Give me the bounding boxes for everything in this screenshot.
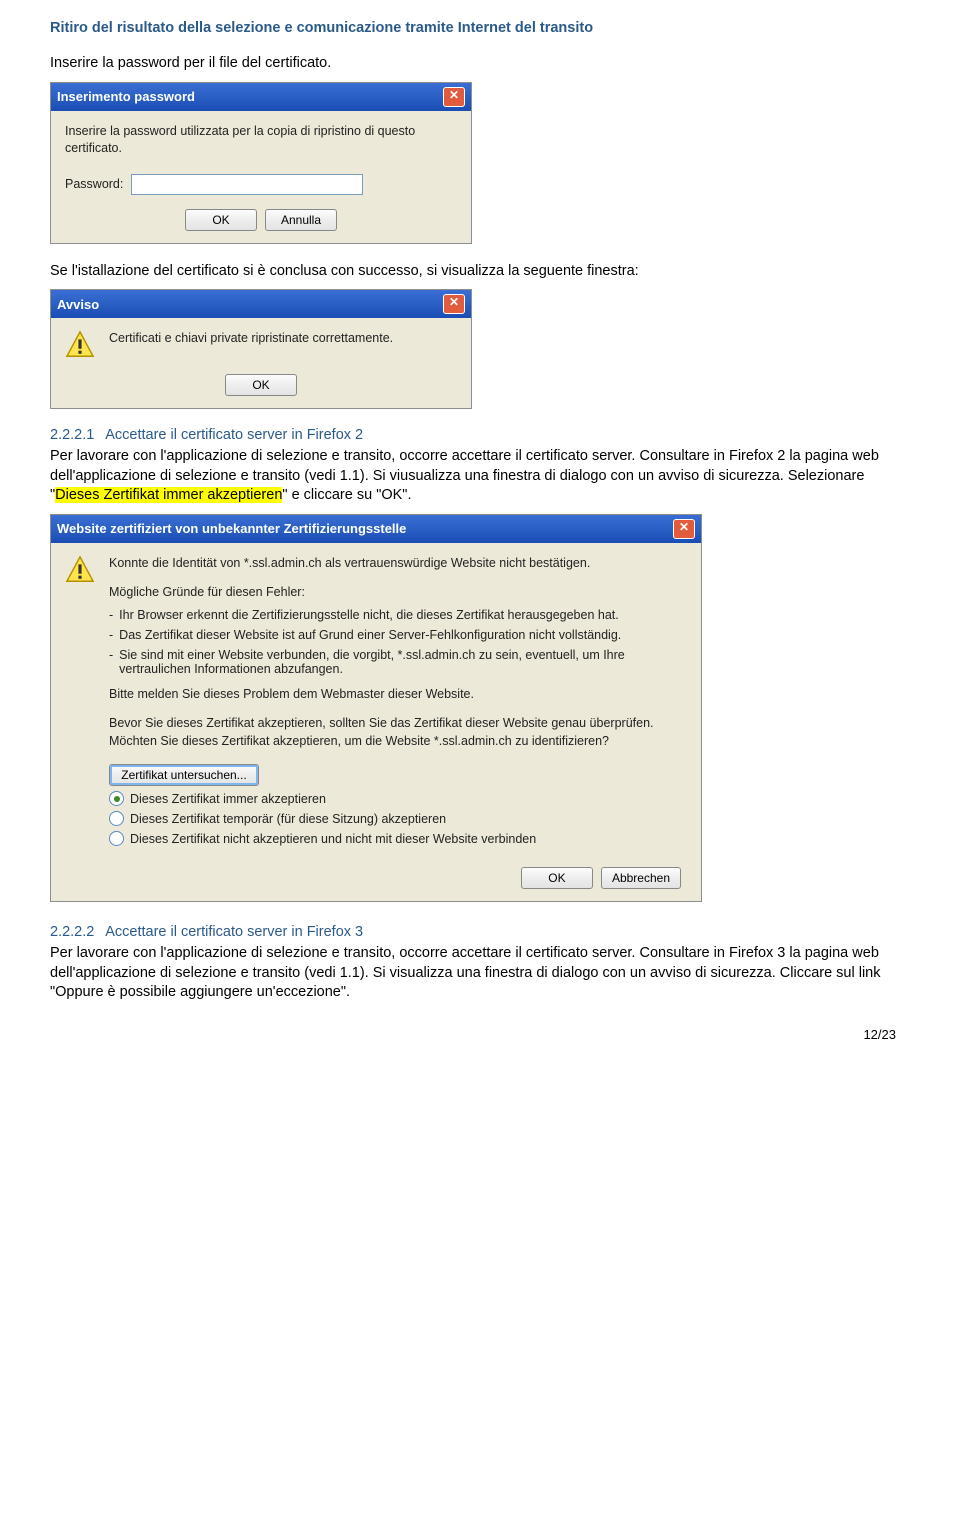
cert-reason-list: -Ihr Browser erkennt die Zertifizierungs… <box>109 608 687 676</box>
section-number: 2.2.2.1 <box>50 427 102 443</box>
cert-message-line4: Bevor Sie dieses Zertifikat akzeptieren,… <box>109 715 687 750</box>
dialog-message: Certificati e chiavi private ripristinat… <box>109 330 393 348</box>
warning-icon <box>65 330 95 360</box>
intro-text-2: Se l'istallazione del certificato si è c… <box>50 262 900 282</box>
radio-label: Dieses Zertifikat immer akzeptieren <box>130 792 326 806</box>
ok-button[interactable]: OK <box>185 209 257 231</box>
dialog-title: Website zertifiziert von unbekannter Zer… <box>57 521 406 536</box>
radio-accept-temp[interactable]: Dieses Zertifikat temporär (für diese Si… <box>109 811 687 826</box>
radio-label: Dieses Zertifikat temporär (für diese Si… <box>130 812 446 826</box>
dialog-message: Inserire la password utilizzata per la c… <box>65 123 457 158</box>
radio-reject[interactable]: Dieses Zertifikat nicht akzeptieren und … <box>109 831 687 846</box>
close-icon[interactable]: ✕ <box>443 294 465 314</box>
intro-text-1: Inserire la password per il file del cer… <box>50 54 900 74</box>
list-item: -Das Zertifikat dieser Website ist auf G… <box>109 628 687 642</box>
alert-dialog: Avviso ✕ Certificati e chiavi private ri… <box>50 289 472 409</box>
section-number: 2.2.2.2 <box>50 924 102 940</box>
section-heading-2222: 2.2.2.2 Accettare il certificato server … <box>50 924 900 940</box>
cert-message-line2: Mögliche Gründe für diesen Fehler: <box>109 584 687 602</box>
cert-message-line1: Konnte die Identität von *.ssl.admin.ch … <box>109 555 687 573</box>
password-label: Password: <box>65 177 123 191</box>
cert-message-line3: Bitte melden Sie dieses Problem dem Webm… <box>109 686 687 704</box>
warning-icon <box>65 555 95 585</box>
section-title-text: Accettare il certificato server in Firef… <box>105 427 363 443</box>
radio-label: Dieses Zertifikat nicht akzeptieren und … <box>130 832 536 846</box>
cancel-button[interactable]: Annulla <box>265 209 337 231</box>
dialog-titlebar: Inserimento password ✕ <box>51 83 471 111</box>
password-input[interactable] <box>131 174 363 195</box>
section-title-text: Accettare il certificato server in Firef… <box>105 924 363 940</box>
dialog-title: Inserimento password <box>57 89 195 104</box>
close-icon[interactable]: ✕ <box>443 87 465 107</box>
highlighted-phrase: Dieses Zertifikat immer akzeptieren <box>55 487 282 503</box>
ok-button[interactable]: OK <box>225 374 297 396</box>
dialog-titlebar: Website zertifiziert von unbekannter Zer… <box>51 515 701 543</box>
list-item: -Sie sind mit einer Website verbunden, d… <box>109 648 687 676</box>
dialog-titlebar: Avviso ✕ <box>51 290 471 318</box>
ok-button[interactable]: OK <box>521 867 593 889</box>
section-heading-2221: 2.2.2.1 Accettare il certificato server … <box>50 427 900 443</box>
section-body-2222: Per lavorare con l'applicazione di selez… <box>50 944 900 1003</box>
cancel-button[interactable]: Abbrechen <box>601 867 681 889</box>
page-header: Ritiro del risultato della selezione e c… <box>50 20 900 36</box>
inspect-cert-button[interactable]: Zertifikat untersuchen... <box>109 764 259 786</box>
dialog-title: Avviso <box>57 297 99 312</box>
cert-warning-dialog: Website zertifiziert von unbekannter Zer… <box>50 514 702 903</box>
close-icon[interactable]: ✕ <box>673 519 695 539</box>
radio-accept-always[interactable]: Dieses Zertifikat immer akzeptieren <box>109 791 687 806</box>
page-number: 12/23 <box>50 1027 900 1042</box>
password-dialog: Inserimento password ✕ Inserire la passw… <box>50 82 472 244</box>
list-item: -Ihr Browser erkennt die Zertifizierungs… <box>109 608 687 622</box>
section-body-2221: Per lavorare con l'applicazione di selez… <box>50 447 900 506</box>
